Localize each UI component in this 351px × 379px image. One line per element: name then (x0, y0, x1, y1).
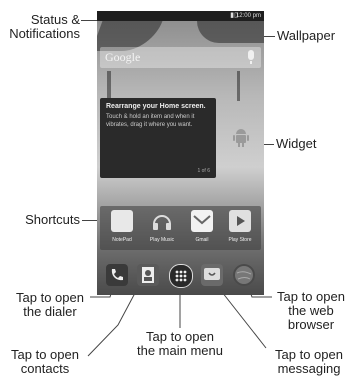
status-bar[interactable]: ▮▯ 12:00 pm (97, 11, 264, 21)
shortcut-play-store[interactable]: Play Store (220, 210, 260, 243)
contacts-icon[interactable] (137, 264, 159, 286)
shortcut-notepad[interactable]: NotePad (102, 210, 142, 243)
play-store-icon (229, 210, 251, 232)
notepad-icon (111, 210, 133, 232)
widget-title: Rearrange your Home screen. (106, 103, 206, 110)
headphones-icon (151, 210, 173, 232)
widget-page-indicator: 1 of 6 (197, 168, 210, 174)
android-robot-icon[interactable] (233, 128, 249, 148)
messaging-icon[interactable] (201, 264, 223, 286)
palm-silhouette (197, 21, 264, 43)
palm-trunk (237, 71, 240, 101)
phone-home-screen: ▮▯ 12:00 pm Google Rearrange your Home s… (97, 11, 264, 295)
status-time: 12:00 pm (235, 13, 261, 19)
google-search-bar[interactable]: Google (100, 47, 261, 68)
google-logo: Google (105, 50, 141, 64)
shortcuts-row: NotePad Play Music Gmail Play Store (100, 206, 261, 250)
dock-bar (97, 255, 264, 295)
shortcut-label: Play Store (228, 237, 252, 243)
shortcut-play-music[interactable]: Play Music (142, 210, 182, 243)
shortcut-label: Play Music (149, 237, 175, 243)
browser-icon[interactable] (233, 264, 255, 286)
gmail-icon (191, 210, 213, 232)
shortcut-label: Gmail (195, 237, 209, 243)
shortcut-label: NotePad (112, 237, 132, 243)
apps-icon[interactable] (169, 264, 193, 288)
phone-icon[interactable] (106, 264, 128, 286)
home-screen-tip-widget[interactable]: Rearrange your Home screen. Touch & hold… (100, 98, 216, 178)
widget-body: Touch & hold an item and when it vibrate… (106, 114, 195, 128)
shortcut-gmail[interactable]: Gmail (182, 210, 222, 243)
microphone-icon[interactable] (248, 50, 254, 64)
